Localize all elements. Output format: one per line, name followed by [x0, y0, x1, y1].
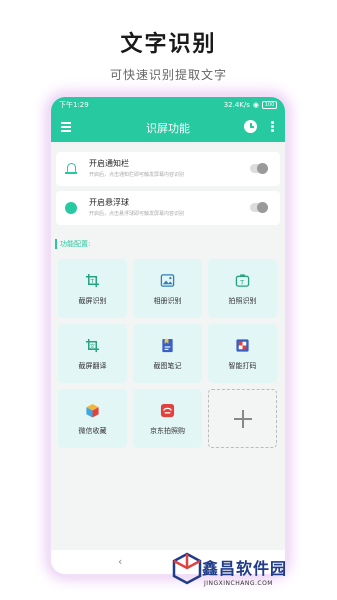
- feature-wechat-favorites[interactable]: 微信收藏: [58, 389, 127, 448]
- status-right: 32.4K/s ◉ 100: [224, 101, 277, 109]
- feature-label: 截屏翻译: [78, 362, 107, 370]
- status-bar: 下午1:29 32.4K/s ◉ 100: [59, 100, 277, 110]
- promo-subtitle: 可快速识别提取文字: [109, 68, 227, 82]
- float-ball-title: 开启悬浮球: [89, 198, 129, 207]
- status-time: 下午1:29: [59, 101, 89, 109]
- feature-crop-translate[interactable]: 文 截屏翻译: [58, 324, 127, 383]
- app-toolbar: 识屏功能: [51, 115, 285, 141]
- float-ball-toggle[interactable]: [250, 202, 268, 213]
- feature-screenshot-note[interactable]: 截图笔记: [133, 324, 202, 383]
- feature-label: 拍照识别: [228, 297, 257, 305]
- promo-title: 文字识别: [120, 32, 217, 57]
- back-icon[interactable]: ‹: [118, 555, 122, 568]
- float-ball-icon: [65, 202, 77, 214]
- watermark-url: JINGXINCHANG.COM: [204, 580, 273, 587]
- crop-translate-icon: 文: [85, 338, 100, 353]
- notification-setting: 开启通知栏 开启后，点击通知栏即可触发屏幕内容识别: [56, 152, 280, 186]
- watermark-text: 鑫昌软件园: [202, 559, 288, 578]
- more-options-icon[interactable]: [271, 121, 274, 133]
- notification-desc: 开启后，点击通知栏即可触发屏幕内容识别: [89, 172, 185, 178]
- svg-text:T: T: [239, 278, 245, 286]
- crop-icon: T: [85, 273, 100, 288]
- notification-toggle[interactable]: [250, 163, 268, 174]
- feature-photo-recognize[interactable]: T 拍照识别: [208, 259, 277, 318]
- feature-label: 智能打码: [228, 362, 257, 370]
- note-icon: [162, 338, 173, 353]
- watermark: 鑫昌软件园 JINGXINCHANG.COM: [162, 550, 332, 596]
- feature-label: 截图笔记: [153, 362, 182, 370]
- main-content: 开启通知栏 开启后，点击通知栏即可触发屏幕内容识别 开启悬浮球 开启后，点击悬浮…: [51, 142, 285, 574]
- phone-screen: 下午1:29 32.4K/s ◉ 100 识屏功能 开启通知栏 开启后，点击通知…: [51, 97, 285, 574]
- camera-text-icon: T: [235, 274, 250, 287]
- float-ball-desc: 开启后，点击悬浮球即可触发屏幕内容识别: [89, 211, 185, 217]
- feature-smart-mosaic[interactable]: 智能打码: [208, 324, 277, 383]
- wifi-icon: ◉: [252, 101, 259, 109]
- network-speed: 32.4K/s: [223, 101, 250, 109]
- jd-icon: [160, 403, 175, 418]
- float-ball-setting: 开启悬浮球 开启后，点击悬浮球即可触发屏幕内容识别: [56, 191, 280, 225]
- clock-icon[interactable]: [244, 120, 257, 133]
- mosaic-icon: [236, 339, 249, 352]
- app-header: 下午1:29 32.4K/s ◉ 100 识屏功能: [51, 97, 285, 142]
- feature-jd-photo-shop[interactable]: 京东拍照购: [133, 389, 202, 448]
- bell-icon: [65, 163, 77, 175]
- feature-label: 截屏识别: [78, 297, 107, 305]
- notification-title: 开启通知栏: [89, 159, 129, 168]
- svg-text:文: 文: [90, 342, 95, 350]
- feature-crop-recognize[interactable]: T 截屏识别: [58, 259, 127, 318]
- battery-icon: 100: [262, 101, 277, 109]
- section-label: 功能配置:: [55, 239, 90, 249]
- add-feature-button[interactable]: [208, 389, 277, 448]
- svg-text:T: T: [90, 279, 95, 285]
- feature-label: 相册识别: [153, 297, 182, 305]
- feature-album-recognize[interactable]: 相册识别: [133, 259, 202, 318]
- watermark-logo: [172, 552, 202, 585]
- feature-label: 微信收藏: [78, 427, 107, 435]
- cube-icon: [86, 403, 99, 418]
- feature-label: 京东拍照购: [150, 427, 185, 435]
- image-icon: [160, 274, 175, 287]
